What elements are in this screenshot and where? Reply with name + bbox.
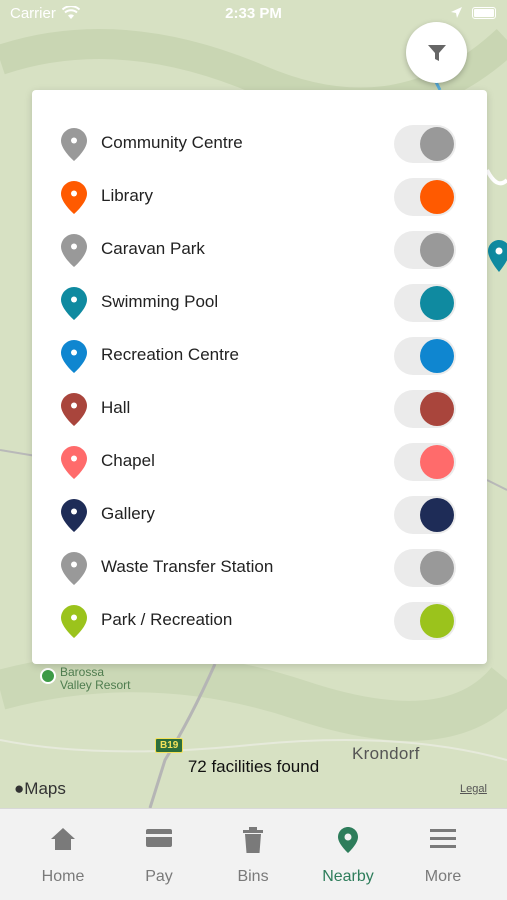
maps-logo: ●Maps xyxy=(14,779,66,798)
road-shield: B19 xyxy=(155,738,184,753)
apple-logo-icon: ● xyxy=(14,779,25,798)
filter-label: Library xyxy=(101,186,153,205)
clock: 2:33 PM xyxy=(225,5,282,22)
legal-link[interactable]: Legal xyxy=(460,783,487,795)
filter-label: Caravan Park xyxy=(101,239,205,258)
facility-filter-panel: Community Centre Library Caravan Park Swimm… xyxy=(32,90,487,664)
toggle-knob xyxy=(420,498,454,532)
map-pin-icon xyxy=(61,128,87,166)
filter-label: Waste Transfer Station xyxy=(101,557,274,576)
map-pin-icon xyxy=(61,340,87,378)
filter-label: Community Centre xyxy=(101,133,243,152)
tab-bins-label: Bins xyxy=(237,868,269,885)
map-pin-icon xyxy=(61,393,87,431)
map-pin-icon xyxy=(61,446,87,484)
filter-label: Swimming Pool xyxy=(101,292,219,311)
tab-nearby[interactable]: Nearby xyxy=(298,809,398,900)
toggle-knob xyxy=(420,445,454,479)
toggle-knob xyxy=(420,233,454,267)
filter-row: Recreation Centre xyxy=(32,329,487,382)
facilities-count: 72 facilities found xyxy=(187,757,320,776)
filter-toggle[interactable] xyxy=(394,549,456,587)
tab-home[interactable]: Home xyxy=(13,809,113,900)
toggle-knob xyxy=(420,180,454,214)
tab-pay-label: Pay xyxy=(145,868,173,885)
tab-more[interactable]: More xyxy=(393,809,493,900)
toggle-knob xyxy=(420,551,454,585)
map-pin-icon xyxy=(61,234,87,272)
filter-row: Park / Recreation xyxy=(32,594,487,647)
tab-more-label: More xyxy=(424,868,462,885)
filter-row: Swimming Pool xyxy=(32,276,487,329)
filter-icon xyxy=(427,44,446,61)
map-pin-icon xyxy=(61,552,87,590)
tab-bins[interactable]: Bins xyxy=(203,809,303,900)
filter-label: Recreation Centre xyxy=(101,345,239,364)
resort-label: Barossa Valley Resort xyxy=(60,666,130,692)
filter-label: Chapel xyxy=(101,451,155,470)
filter-toggle[interactable] xyxy=(394,231,456,269)
location-pin-icon xyxy=(298,827,398,853)
tab-bar: Home Pay Bins Nearby More xyxy=(0,808,507,900)
map-pin-icon xyxy=(61,605,87,643)
filter-row: Gallery xyxy=(32,488,487,541)
toggle-knob xyxy=(420,339,454,373)
resort-label-line2: Valley Resort xyxy=(60,678,131,692)
toggle-knob xyxy=(420,604,454,638)
park-poi-icon xyxy=(40,668,56,684)
menu-icon xyxy=(393,827,493,849)
toggle-knob xyxy=(420,286,454,320)
home-icon xyxy=(13,827,113,851)
toggle-knob xyxy=(420,392,454,426)
filter-toggle[interactable] xyxy=(394,443,456,481)
filter-button[interactable] xyxy=(406,22,467,83)
filter-row: Community Centre xyxy=(32,117,487,170)
filter-label: Park / Recreation xyxy=(101,610,233,629)
card-icon xyxy=(109,827,209,849)
filter-row: Hall xyxy=(32,382,487,435)
filter-label: Hall xyxy=(101,398,131,417)
filter-toggle[interactable] xyxy=(394,390,456,428)
tab-pay[interactable]: Pay xyxy=(109,809,209,900)
filter-toggle[interactable] xyxy=(394,337,456,375)
filter-toggle[interactable] xyxy=(394,602,456,640)
battery-icon xyxy=(472,7,496,19)
filter-toggle[interactable] xyxy=(394,496,456,534)
tab-nearby-label: Nearby xyxy=(322,868,374,885)
map-pin-icon xyxy=(61,499,87,537)
filter-row: Waste Transfer Station xyxy=(32,541,487,594)
filter-toggle[interactable] xyxy=(394,284,456,322)
filter-row: Library xyxy=(32,170,487,223)
toggle-knob xyxy=(420,127,454,161)
location-arrow-icon xyxy=(450,6,463,23)
filter-toggle[interactable] xyxy=(394,178,456,216)
filter-row: Caravan Park xyxy=(32,223,487,276)
filter-row: Chapel xyxy=(32,435,487,488)
filter-label: Gallery xyxy=(101,504,155,523)
bin-icon xyxy=(203,827,303,853)
map-pin-icon xyxy=(61,287,87,325)
filter-toggle[interactable] xyxy=(394,125,456,163)
map-pin-icon xyxy=(61,181,87,219)
tab-home-label: Home xyxy=(41,868,85,885)
